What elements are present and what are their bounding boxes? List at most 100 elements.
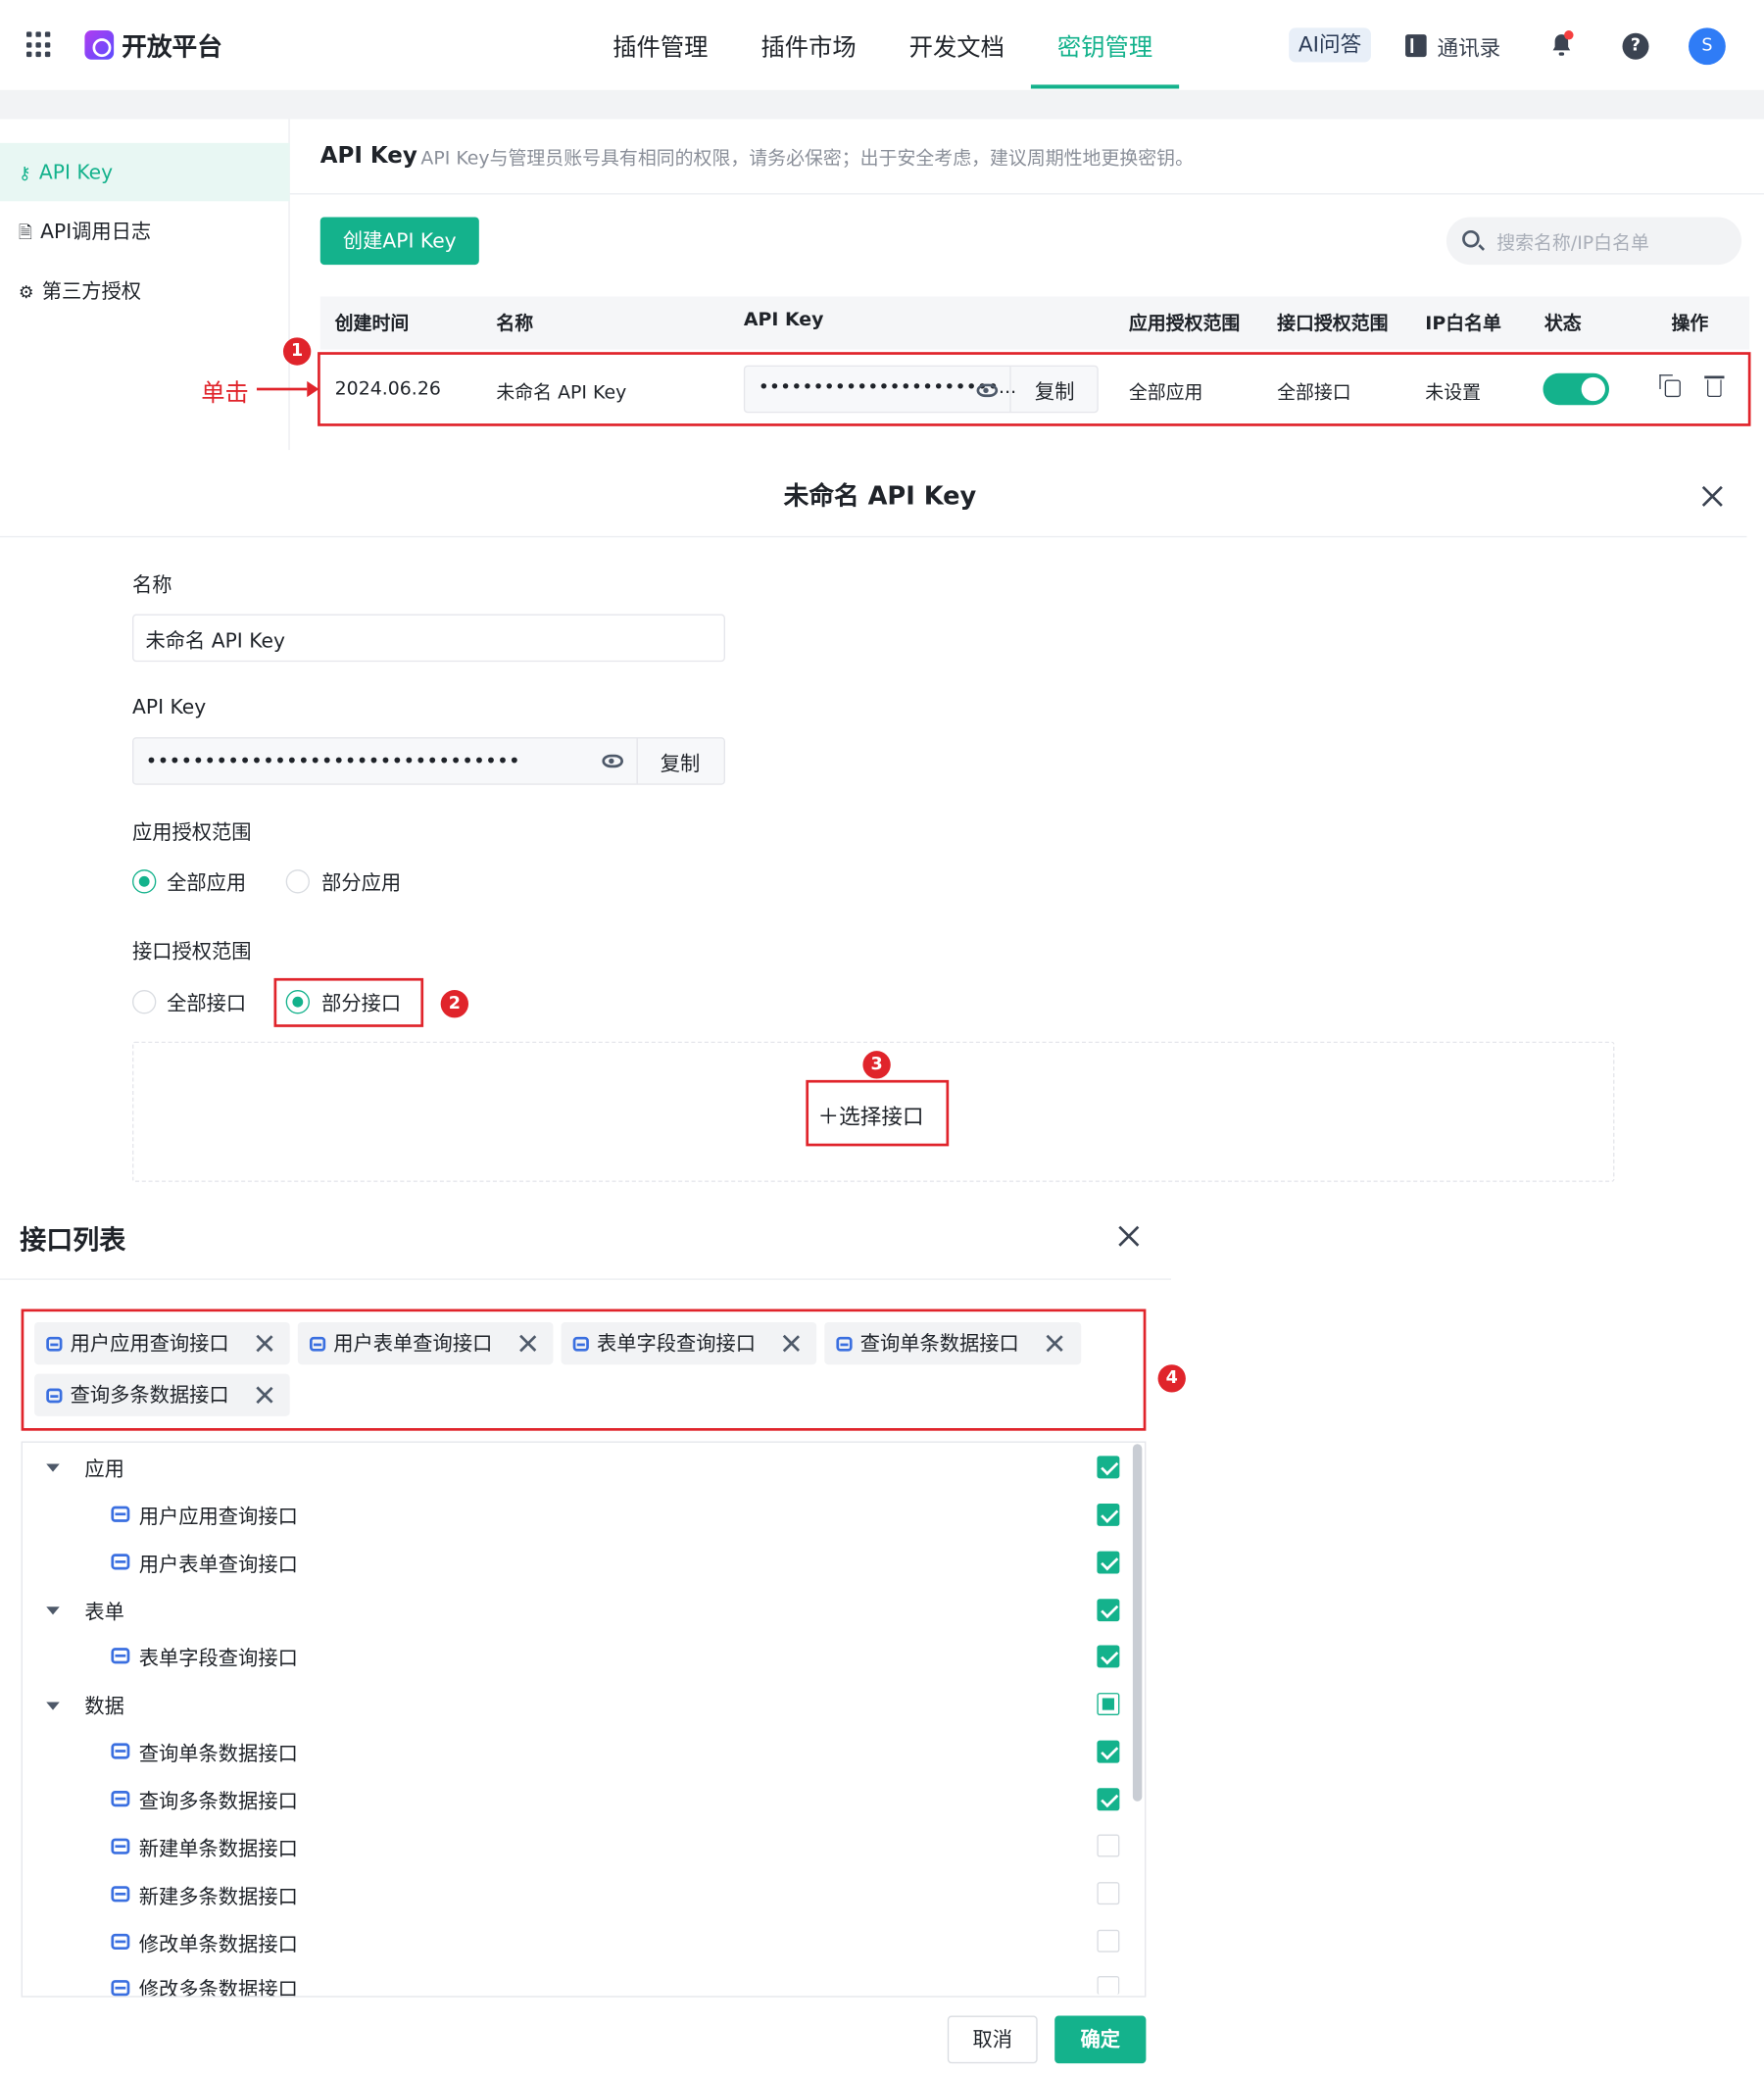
step-badge-4: 4	[1157, 1364, 1186, 1393]
caret-down-icon[interactable]	[46, 1606, 60, 1615]
remove-icon[interactable]	[520, 1335, 536, 1351]
nav-dev-docs[interactable]: 开发文档	[909, 29, 1004, 64]
page-description: API Key与管理员账号具有相同的权限，请务必保密；出于安全考虑，建议周期性地…	[420, 148, 1194, 170]
radio-label-all-apps[interactable]: 全部应用	[167, 868, 246, 896]
create-api-key-button[interactable]: 创建API Key	[319, 217, 479, 266]
radio-all-apps[interactable]	[132, 869, 157, 894]
chip-label: 查询单条数据接口	[859, 1331, 1019, 1356]
remove-icon[interactable]	[257, 1335, 272, 1351]
checkbox[interactable]	[1097, 1693, 1120, 1716]
eye-icon[interactable]	[976, 383, 999, 398]
nav-key-management[interactable]: 密钥管理	[1057, 29, 1152, 64]
tree-group-app[interactable]: 应用	[84, 1455, 124, 1482]
name-field[interactable]: 未命名 API Key	[132, 614, 725, 663]
click-annotation: 单击	[201, 379, 249, 408]
dialog-title: 未命名 API Key	[783, 481, 977, 512]
app-grid-icon[interactable]	[26, 31, 53, 58]
confirm-button[interactable]: 确定	[1054, 2015, 1147, 2064]
close-icon[interactable]	[1118, 1225, 1140, 1247]
api-icon	[111, 1933, 130, 1951]
select-api-label: 选择接口	[839, 1104, 924, 1129]
checkbox[interactable]	[1097, 1599, 1120, 1622]
checkbox[interactable]	[1097, 1551, 1120, 1574]
log-icon: 🗎	[18, 223, 33, 244]
sidebar-item-api-log[interactable]: 🗎 API调用日志	[0, 203, 290, 261]
radio-label-partial-apps[interactable]: 部分应用	[321, 868, 401, 896]
tree-item[interactable]: 新建单条数据接口	[139, 1835, 298, 1862]
caret-down-icon[interactable]	[46, 1702, 60, 1710]
checkbox[interactable]	[1097, 1882, 1120, 1905]
remove-icon[interactable]	[783, 1335, 799, 1351]
contacts-icon[interactable]	[1405, 34, 1427, 58]
tree-item[interactable]: 用户应用查询接口	[139, 1503, 298, 1530]
caret-down-icon[interactable]	[46, 1463, 60, 1472]
status-toggle[interactable]	[1543, 372, 1610, 406]
radio-all-apis[interactable]	[132, 990, 157, 1014]
radio-label-all-apis[interactable]: 全部接口	[167, 989, 246, 1016]
cancel-button[interactable]: 取消	[947, 2015, 1038, 2064]
checkbox[interactable]	[1097, 1929, 1120, 1952]
row-api-scope: 全部接口	[1277, 382, 1351, 404]
trash-icon[interactable]	[1704, 375, 1725, 398]
selected-chip: 查询单条数据接口	[824, 1321, 1082, 1365]
search-placeholder: 搜索名称/IP白名单	[1496, 232, 1649, 255]
select-api-button[interactable]: ＋选择接口	[818, 1099, 924, 1130]
row-copy-button[interactable]: 复制	[1009, 377, 1100, 405]
search-input[interactable]: 搜索名称/IP白名单	[1446, 217, 1742, 266]
nav-plugin-market[interactable]: 插件市场	[760, 29, 856, 64]
tree-item[interactable]: 修改单条数据接口	[139, 1930, 298, 1957]
checkbox[interactable]	[1097, 1976, 1120, 1995]
brand-title[interactable]: 开放平台	[122, 27, 222, 63]
nav-plugin-management[interactable]: 插件管理	[612, 29, 708, 64]
checkbox[interactable]	[1097, 1456, 1120, 1479]
tree-item[interactable]: 表单字段查询接口	[139, 1644, 298, 1671]
column-header-status: 状态	[1544, 314, 1582, 335]
divider	[0, 535, 1747, 538]
scrollbar[interactable]	[1132, 1444, 1143, 1802]
ai-qa-button[interactable]: AI问答	[1289, 27, 1371, 63]
tree-item[interactable]: 查询多条数据接口	[139, 1787, 298, 1814]
search-icon	[1462, 229, 1480, 248]
remove-icon[interactable]	[257, 1387, 272, 1403]
selected-chip: 表单字段查询接口	[561, 1321, 817, 1365]
api-icon	[836, 1336, 853, 1352]
tree-item[interactable]: 查询单条数据接口	[139, 1739, 298, 1766]
tree-group-form[interactable]: 表单	[84, 1598, 124, 1625]
checkbox[interactable]	[1097, 1834, 1120, 1857]
api-icon	[111, 1886, 130, 1903]
step-badge-3: 3	[862, 1051, 891, 1079]
sidebar-item-third-party-auth[interactable]: ⚙ 第三方授权	[0, 262, 290, 320]
sidebar-item-api-key[interactable]: ⚷ API Key	[0, 142, 290, 202]
chip-label: 用户应用查询接口	[70, 1331, 229, 1356]
api-key-label: API Key	[132, 694, 207, 719]
help-icon[interactable]: ?	[1622, 32, 1649, 60]
api-icon	[111, 1838, 130, 1854]
checkbox[interactable]	[1097, 1503, 1120, 1526]
duplicate-icon[interactable]	[1659, 374, 1681, 398]
copy-button[interactable]: 复制	[637, 749, 724, 776]
checkbox[interactable]	[1097, 1740, 1120, 1763]
chip-label: 查询多条数据接口	[70, 1383, 229, 1408]
api-icon	[309, 1336, 326, 1352]
checkbox[interactable]	[1097, 1788, 1120, 1811]
auth-icon: ⚙	[18, 282, 34, 304]
tree-item[interactable]: 修改多条数据接口	[139, 1975, 298, 1996]
close-icon[interactable]	[1702, 486, 1724, 508]
chip-label: 表单字段查询接口	[596, 1331, 757, 1356]
contacts-link[interactable]: 通讯录	[1437, 30, 1500, 62]
checkbox[interactable]	[1097, 1645, 1120, 1668]
divider	[289, 193, 1764, 195]
tree-item[interactable]: 新建多条数据接口	[139, 1882, 298, 1909]
remove-icon[interactable]	[1047, 1335, 1062, 1351]
content-background	[0, 89, 1764, 120]
tree-group-data[interactable]: 数据	[84, 1692, 124, 1719]
eye-icon[interactable]	[602, 754, 624, 768]
column-header-app-scope: 应用授权范围	[1128, 314, 1241, 335]
avatar[interactable]: S	[1689, 27, 1726, 66]
tree-item[interactable]: 用户表单查询接口	[139, 1550, 298, 1577]
name-label: 名称	[132, 572, 172, 597]
radio-partial-apps[interactable]	[285, 869, 310, 894]
api-icon	[46, 1388, 63, 1404]
annotation-arrow	[256, 387, 308, 391]
api-icon	[111, 1648, 130, 1664]
